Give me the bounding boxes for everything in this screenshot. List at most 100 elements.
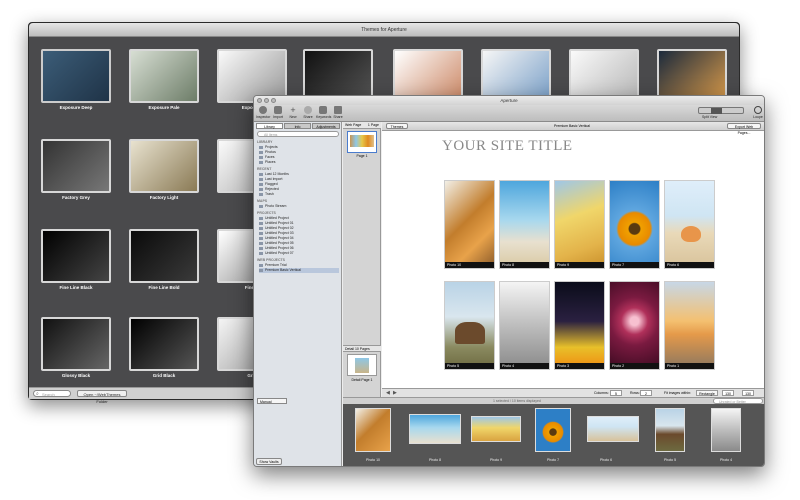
filmstrip-thumb-beach[interactable] [409,414,461,444]
filmstrip-label: Photo 9 [489,458,503,462]
aperture-window: Aperture Inspector Import + New Share Key… [253,95,765,467]
filmstrip-thumb-horses[interactable] [655,408,685,452]
photo-label: Photo 4 [500,363,549,369]
section-library: LIBRARY [257,140,273,144]
theme-label: Factory Light [149,195,179,200]
page-thumbnail-preview [350,135,374,147]
photo-oranges[interactable]: Photo 10 [444,180,495,269]
back-arrow-icon[interactable]: ◀ [386,390,390,396]
tab-info[interactable]: Info [284,123,311,129]
filmstrip-label: Photo 6 [599,458,613,462]
library-sidebar: Library Info Adjustments All Items LIBRA… [254,122,342,466]
loupe-button[interactable]: Loupe [751,106,764,119]
theme-thumb-exposure-deep[interactable] [41,49,111,103]
toolbar-label: Loupe [753,115,763,119]
toolbar-label: Inspector [256,115,271,119]
show-vaults-button[interactable]: Show Vaults [256,458,282,465]
photo-sunflower[interactable]: Photo 7 [609,180,660,269]
view-segmented-control[interactable] [698,107,744,114]
layout-controls-bar: ◀ ▶ Columns: 5 Rows: 2 Fit images within… [382,388,764,397]
photo-label: Photo 6 [665,262,714,268]
themes-window-titlebar[interactable]: Themes for Aperture [29,23,739,37]
photo-label: Photo 2 [610,363,659,369]
page-thumbnail[interactable] [347,131,377,153]
inspector-icon [259,106,267,114]
close-button[interactable] [257,98,262,103]
filmstrip-label: Photo 4 [719,458,733,462]
share-menu-button[interactable]: Share [331,106,345,119]
share-button[interactable]: Share [301,106,315,119]
keywords-button[interactable]: Keywords [316,106,331,119]
section-projects: PROJECTS [257,211,276,215]
rows-field[interactable]: 2 [640,390,652,396]
shell-shape [681,226,701,242]
theme-thumb-glossy-black[interactable] [41,317,111,371]
site-title[interactable]: YOUR SITE TITLE [442,138,573,155]
window-title: Aperture [500,98,518,103]
sort-select[interactable]: Manual [257,398,287,404]
filmstrip-thumb-sunflower[interactable] [535,408,571,452]
page-name: Premium Basic Vertical [554,124,590,128]
photo-boat[interactable]: Photo 4 [499,281,550,370]
width-field[interactable]: 130 [722,390,734,396]
theme-label: Exposure Deep [59,105,93,110]
filmstrip-label: Photo 7 [546,458,560,462]
themes-window-title: Themes for Aperture [361,27,407,33]
theme-label: Grid Black [152,373,176,378]
sidebar-item-web-project-selected[interactable]: Premium Basic Vertical [259,268,339,273]
fit-mode-select[interactable]: Rectangle [696,390,718,396]
zoom-button[interactable] [271,98,276,103]
theme-search-field[interactable]: ⌕ Search [33,390,71,397]
theme-thumb-factory-grey[interactable] [41,139,111,193]
sidebar-item-photo-stream[interactable]: Photo Stream [259,204,339,209]
split-view-segment[interactable] [711,108,722,114]
sidebar-search-field[interactable]: All Items [257,131,339,137]
import-button[interactable]: Import [271,106,285,119]
photo-rose[interactable]: Photo 2 [609,281,660,370]
section-recent: RECENT [257,167,272,171]
filmstrip-header: Manual 1 selected / 10 items displayed U… [257,397,764,404]
export-web-pages-button[interactable]: Export Web Pages... [727,123,761,135]
share-icon [304,106,312,114]
tab-adjustments[interactable]: Adjustments [312,123,340,129]
minimize-button[interactable] [264,98,269,103]
theme-thumb-grid-black[interactable] [129,317,199,371]
photo-sunset[interactable]: Photo 1 [664,281,715,370]
rows-label: Rows: [630,391,640,395]
inspector-button[interactable]: Inspector [256,106,270,119]
columns-field[interactable]: 5 [610,390,622,396]
sidebar-item-trash[interactable]: Trash [259,192,339,197]
photo-label: Photo 9 [555,262,604,268]
sidebar-item-places[interactable]: Places [259,160,339,165]
height-field[interactable]: 130 [742,390,754,396]
photo-shell[interactable]: Photo 6 [664,180,715,269]
filmstrip-thumb-boat[interactable] [711,408,741,452]
filmstrip-thumb-shell[interactable] [587,416,639,442]
photo-car[interactable]: Photo 9 [554,180,605,269]
theme-label: Glossy Black [61,373,91,378]
forward-arrow-icon[interactable]: ▶ [393,390,397,396]
filmstrip-thumb-car[interactable] [471,416,521,442]
open-folder-button[interactable]: Open ~/WebThemes Folder [77,390,127,404]
themes-button[interactable]: Themes [386,123,408,129]
editor-top-bar: Themes Premium Basic Vertical Export Web… [382,122,764,135]
photo-horses[interactable]: Photo 5 [444,281,495,370]
theme-label: Exposure Pale [148,105,180,110]
photo-city[interactable]: Photo 3 [554,281,605,370]
theme-thumb-fine-line-black[interactable] [41,229,111,283]
theme-thumb-fine-line-bold[interactable] [129,229,199,283]
filmstrip-thumb-oranges[interactable] [355,408,391,452]
aperture-titlebar[interactable]: Aperture [254,96,764,105]
tab-library[interactable]: Library [256,123,283,129]
new-button[interactable]: + New [286,106,300,120]
theme-thumb-factory-light[interactable] [129,139,199,193]
photo-beach[interactable]: Photo 8 [499,180,550,269]
detail-thumbnail-preview [355,358,369,373]
filmstrip-label: Photo 8 [428,458,442,462]
detail-page-thumbnail[interactable] [347,354,377,376]
theme-thumb-exposure-pale[interactable] [129,49,199,103]
photo-label: Photo 10 [445,262,494,268]
sidebar-item-project[interactable]: Untitled Project 07 [259,251,339,256]
fit-label: Fit images within: [664,391,692,395]
toolbar-label: Share [333,115,343,119]
